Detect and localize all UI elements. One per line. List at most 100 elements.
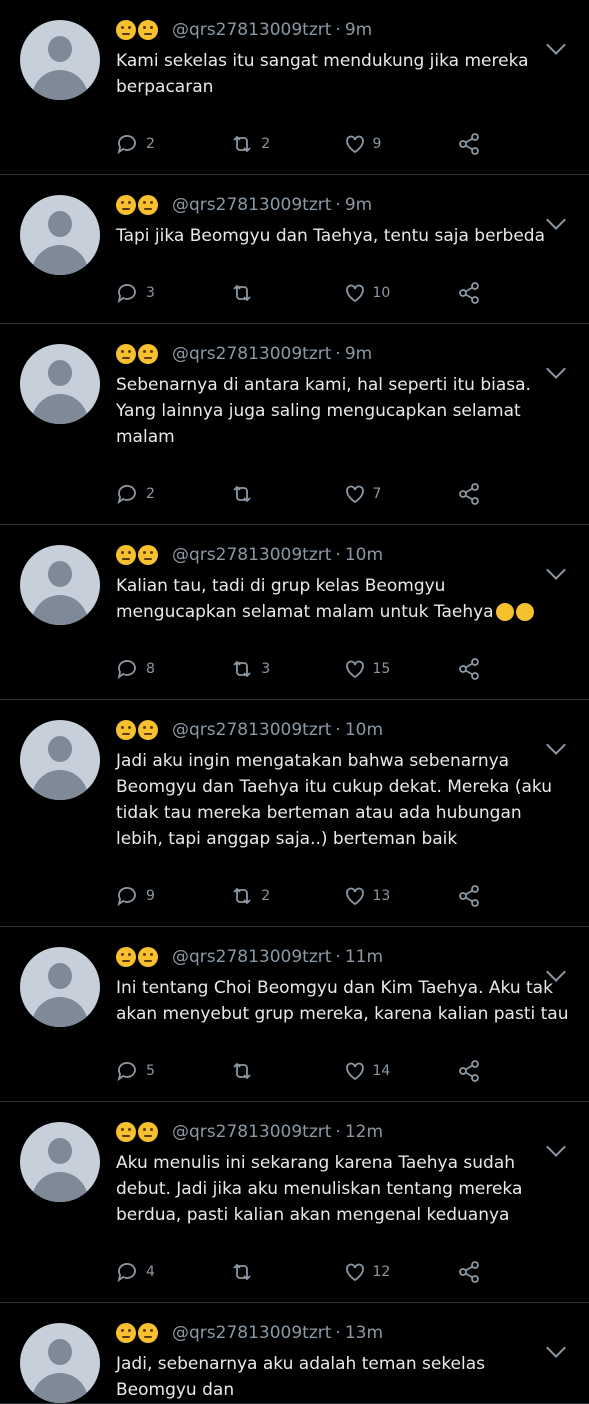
timestamp[interactable]: 12m: [345, 1122, 383, 1142]
share-button[interactable]: [456, 1259, 569, 1285]
tweet-content: @qrs27813009tzrt · 9m Tapi jika Beomgyu …: [116, 191, 569, 323]
user-handle[interactable]: @qrs27813009tzrt: [172, 1122, 331, 1142]
retweet-button[interactable]: 2: [229, 884, 342, 908]
tweet[interactable]: @qrs27813009tzrt · 11m Ini tentang Choi …: [0, 927, 589, 1102]
like-button[interactable]: 12: [343, 1260, 456, 1284]
timestamp[interactable]: 13m: [345, 1323, 383, 1343]
tweet-text: Tapi jika Beomgyu dan Taehya, tentu saja…: [116, 223, 569, 249]
display-name[interactable]: [116, 1122, 160, 1142]
display-name[interactable]: [116, 344, 160, 364]
avatar-head-shape: [48, 736, 72, 762]
tweet-header: @qrs27813009tzrt · 9m: [116, 191, 569, 219]
avatar[interactable]: [20, 545, 100, 625]
reply-button[interactable]: 5: [116, 1059, 229, 1083]
like-button[interactable]: 14: [343, 1059, 456, 1083]
reply-button[interactable]: 9: [116, 884, 229, 908]
display-name[interactable]: [116, 545, 160, 565]
like-icon: [345, 485, 364, 504]
share-button[interactable]: [456, 481, 569, 507]
user-handle[interactable]: @qrs27813009tzrt: [172, 545, 331, 565]
user-handle[interactable]: @qrs27813009tzrt: [172, 344, 331, 364]
retweet-icon: [233, 1062, 251, 1080]
tweet-content: @qrs27813009tzrt · 10m Jadi aku ingin me…: [116, 716, 569, 926]
user-handle[interactable]: @qrs27813009tzrt: [172, 20, 331, 40]
display-name[interactable]: [116, 20, 160, 40]
retweet-button[interactable]: [229, 1260, 342, 1284]
avatar[interactable]: [20, 1323, 100, 1403]
timestamp[interactable]: 9m: [345, 344, 372, 364]
share-icon: [458, 1060, 479, 1082]
share-button[interactable]: [456, 131, 569, 157]
like-button[interactable]: 9: [343, 132, 456, 156]
retweet-icon: [233, 135, 251, 153]
share-button[interactable]: [456, 280, 569, 306]
reply-icon: [117, 284, 136, 304]
user-handle[interactable]: @qrs27813009tzrt: [172, 947, 331, 967]
tweet[interactable]: @qrs27813009tzrt · 10m Jadi aku ingin me…: [0, 700, 589, 927]
display-name[interactable]: [116, 1323, 160, 1343]
thinking-face-icon: [116, 344, 136, 364]
like-button[interactable]: 10: [343, 281, 456, 305]
display-name[interactable]: [116, 947, 160, 967]
retweet-icon: [233, 887, 251, 905]
avatar[interactable]: [20, 20, 100, 100]
tweet[interactable]: @qrs27813009tzrt · 9m Kami sekelas itu s…: [0, 0, 589, 175]
user-handle[interactable]: @qrs27813009tzrt: [172, 195, 331, 215]
reply-button[interactable]: 2: [116, 132, 229, 156]
avatar[interactable]: [20, 1122, 100, 1202]
user-handle[interactable]: @qrs27813009tzrt: [172, 1323, 331, 1343]
share-icon: [458, 282, 479, 304]
share-button[interactable]: [456, 883, 569, 909]
tweet-actions: 8 3 15: [116, 649, 569, 699]
separator-dot: ·: [335, 195, 341, 215]
tweet-text-body: Jadi, sebenarnya aku adalah teman sekela…: [116, 1354, 486, 1400]
retweet-button[interactable]: 3: [229, 657, 342, 681]
tweet-header: @qrs27813009tzrt · 11m: [116, 943, 569, 971]
avatar[interactable]: [20, 947, 100, 1027]
tweet[interactable]: @qrs27813009tzrt · 13m Jadi, sebenarnya …: [0, 1303, 589, 1404]
separator-dot: ·: [335, 720, 341, 740]
retweet-button[interactable]: [229, 281, 342, 305]
reply-button[interactable]: 8: [116, 657, 229, 681]
separator-dot: ·: [335, 344, 341, 364]
avatar[interactable]: [20, 344, 100, 424]
thinking-face-icon: [138, 1122, 158, 1142]
like-button[interactable]: 13: [343, 884, 456, 908]
avatar[interactable]: [20, 720, 100, 800]
retweet-button[interactable]: [229, 482, 342, 506]
tweet-text-body: Aku menulis ini sekarang karena Taehya s…: [116, 1153, 523, 1225]
separator-dot: ·: [335, 947, 341, 967]
display-name[interactable]: [116, 195, 160, 215]
avatar-body-shape: [32, 1373, 88, 1403]
like-button[interactable]: 15: [343, 657, 456, 681]
like-icon: [345, 284, 364, 303]
like-count: 9: [372, 136, 382, 152]
user-handle[interactable]: @qrs27813009tzrt: [172, 720, 331, 740]
thinking-face-icon: [138, 344, 158, 364]
avatar-body-shape: [32, 770, 88, 800]
timestamp[interactable]: 11m: [345, 947, 383, 967]
tweet[interactable]: @qrs27813009tzrt · 12m Aku menulis ini s…: [0, 1102, 589, 1303]
retweet-button[interactable]: 2: [229, 132, 342, 156]
retweet-icon: [233, 660, 251, 678]
share-button[interactable]: [456, 1058, 569, 1084]
display-name[interactable]: [116, 720, 160, 740]
tweet[interactable]: @qrs27813009tzrt · 10m Kalian tau, tadi …: [0, 525, 589, 700]
like-button[interactable]: 7: [343, 482, 456, 506]
thinking-face-icon: [138, 720, 158, 740]
retweet-button[interactable]: [229, 1059, 342, 1083]
thinking-face-icon: [138, 20, 158, 40]
avatar[interactable]: [20, 195, 100, 275]
reply-button[interactable]: 4: [116, 1260, 229, 1284]
reply-button[interactable]: 2: [116, 482, 229, 506]
avatar-body-shape: [32, 245, 88, 275]
timestamp[interactable]: 9m: [345, 195, 372, 215]
timestamp[interactable]: 10m: [345, 545, 383, 565]
tweet[interactable]: @qrs27813009tzrt · 9m Sebenarnya di anta…: [0, 324, 589, 525]
tweet[interactable]: @qrs27813009tzrt · 9m Tapi jika Beomgyu …: [0, 175, 589, 324]
share-button[interactable]: [456, 656, 569, 682]
timestamp[interactable]: 10m: [345, 720, 383, 740]
tweet-text-body: Kalian tau, tadi di grup kelas Beomgyu m…: [116, 576, 494, 622]
reply-button[interactable]: 3: [116, 281, 229, 305]
timestamp[interactable]: 9m: [345, 20, 372, 40]
